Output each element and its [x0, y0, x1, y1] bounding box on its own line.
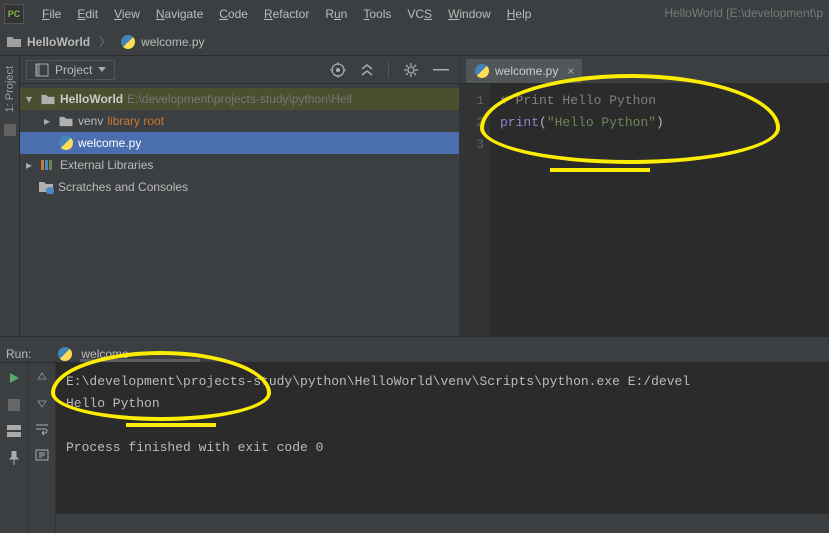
project-header: Project —: [20, 56, 459, 84]
editor-tab-label: welcome.py: [495, 64, 558, 78]
layout-icon[interactable]: [7, 425, 21, 437]
chevron-down-icon: [98, 67, 106, 72]
left-rail: 1: Project: [0, 56, 20, 336]
project-view-label: Project: [55, 63, 92, 77]
python-file-icon: [120, 34, 136, 50]
tree-venv-name: venv: [78, 114, 103, 128]
pin-icon[interactable]: [8, 451, 20, 465]
line-number: 1: [460, 90, 484, 112]
stop-icon[interactable]: [8, 399, 20, 411]
line-number: 2: [460, 112, 484, 134]
window-title: HelloWorld [E:\development\p: [664, 6, 823, 20]
console-output[interactable]: E:\development\projects-study\python\Hel…: [56, 363, 829, 533]
menu-vcs[interactable]: VCS: [399, 4, 440, 24]
python-file-icon: [474, 63, 490, 79]
gear-icon[interactable]: [403, 62, 419, 78]
project-tree: ▾ HelloWorld E:\development\projects-stu…: [20, 84, 459, 198]
chevron-right-icon: ▸: [26, 158, 36, 172]
menu-file[interactable]: File: [34, 4, 69, 24]
down-icon[interactable]: [36, 397, 48, 409]
tree-external-label: External Libraries: [60, 158, 153, 172]
code-editor[interactable]: 1 2 3 # Print Hello Python print("Hello …: [460, 84, 829, 336]
libraries-icon: [40, 158, 56, 172]
folder-icon: [40, 93, 56, 106]
soft-wrap-icon[interactable]: [35, 423, 49, 435]
target-icon[interactable]: [330, 62, 346, 78]
menu-run[interactable]: Run: [317, 4, 355, 24]
rail-button[interactable]: [4, 124, 16, 136]
splitter[interactable]: [0, 336, 829, 346]
editor-area: welcome.py × 1 2 3 # Print Hello Python …: [460, 56, 829, 336]
app-icon: PC: [4, 4, 24, 24]
folder-icon: [58, 115, 74, 128]
project-view-selector[interactable]: Project: [26, 60, 115, 80]
run-label: Run:: [6, 347, 31, 361]
project-icon: [35, 63, 49, 77]
menu-code[interactable]: Code: [211, 4, 256, 24]
separator: [388, 62, 389, 78]
console-line: E:\development\projects-study\python\Hel…: [66, 374, 690, 389]
folder-icon: [6, 35, 22, 49]
tree-venv-hint: library root: [107, 114, 164, 128]
tree-scratches-label: Scratches and Consoles: [58, 180, 188, 194]
rail-project-label[interactable]: 1: Project: [4, 62, 16, 116]
tree-file-selected[interactable]: welcome.py: [20, 132, 459, 154]
code-paren: ): [656, 115, 664, 130]
tree-venv[interactable]: ▸ venv library root: [20, 110, 459, 132]
breadcrumb-file[interactable]: welcome.py: [141, 35, 204, 49]
menu-window[interactable]: Window: [440, 4, 499, 24]
tab-indicator: [80, 359, 200, 362]
code-content[interactable]: # Print Hello Python print("Hello Python…: [490, 84, 829, 336]
menu-edit[interactable]: Edit: [69, 4, 106, 24]
code-comment: # Print Hello Python: [500, 93, 656, 108]
tree-scratches[interactable]: Scratches and Consoles: [20, 176, 459, 198]
menu-refactor[interactable]: Refactor: [256, 4, 317, 24]
rerun-icon[interactable]: [7, 371, 21, 385]
breadcrumb-sep: 〉: [99, 33, 111, 50]
collapse-all-icon[interactable]: [360, 63, 374, 77]
editor-tabs: welcome.py ×: [460, 56, 829, 84]
python-file-icon: [58, 135, 74, 151]
code-paren: (: [539, 115, 547, 130]
chevron-right-icon: ▸: [44, 114, 54, 128]
tree-root-path: E:\development\projects-study\python\Hel…: [127, 92, 352, 106]
run-header: Run: welcome: [0, 346, 829, 363]
tree-root[interactable]: ▾ HelloWorld E:\development\projects-stu…: [20, 88, 459, 110]
code-string: "Hello Python": [547, 115, 656, 130]
project-tool-window: Project — ▾: [20, 56, 460, 336]
breadcrumb: HelloWorld 〉 welcome.py: [0, 28, 829, 56]
run-tool-window: Run: welcome: [0, 346, 829, 514]
run-gutter-right: [28, 363, 56, 533]
gutter: 1 2 3: [460, 84, 490, 336]
editor-tab-welcome[interactable]: welcome.py ×: [466, 59, 582, 83]
code-builtin: print: [500, 115, 539, 130]
console-line: Process finished with exit code 0: [66, 440, 323, 455]
up-icon[interactable]: [36, 371, 48, 383]
menu-bar: PC File Edit View Navigate Code Refactor…: [0, 0, 829, 28]
line-number: 3: [460, 134, 484, 156]
menu-navigate[interactable]: Navigate: [148, 4, 211, 24]
console-line: Hello Python: [66, 396, 160, 411]
hide-icon[interactable]: —: [433, 61, 449, 79]
close-icon[interactable]: ×: [567, 64, 574, 78]
menu-view[interactable]: View: [106, 4, 148, 24]
annotation-line: [126, 423, 216, 427]
scratches-icon: [38, 180, 54, 194]
run-gutter-left: [0, 363, 28, 533]
menu-help[interactable]: Help: [499, 4, 540, 24]
chevron-down-icon: ▾: [26, 92, 36, 106]
breadcrumb-project[interactable]: HelloWorld: [27, 35, 90, 49]
tree-external[interactable]: ▸ External Libraries: [20, 154, 459, 176]
menu-tools[interactable]: Tools: [355, 4, 399, 24]
scroll-to-end-icon[interactable]: [35, 449, 49, 461]
tree-root-name: HelloWorld: [60, 92, 123, 106]
tree-file-name: welcome.py: [78, 136, 141, 150]
python-file-icon: [57, 346, 73, 362]
